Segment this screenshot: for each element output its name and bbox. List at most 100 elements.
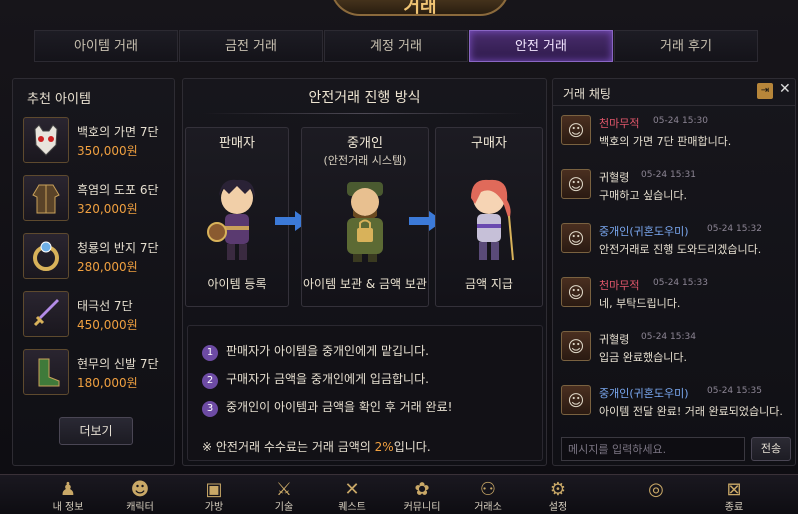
character-icon: ☻ [130,479,150,500]
tab-item-trade[interactable]: 아이템 거래 [34,30,178,62]
chat-message: ☺ 중개인(귀혼도우미) 05-24 15:35 아이템 전달 완료! 거래 완… [561,383,793,431]
msg-time: 05-24 15:32 [707,224,762,234]
mask-icon [23,117,69,163]
bag-icon: ▣ [205,479,223,500]
nav-label: 커뮤니티 [403,502,441,513]
item-price: 320,000원 [77,202,138,216]
step-item: 3 중개인이 아이템과 금액을 확인 후 거래 완료! [202,398,452,417]
nav-label: 가방 [204,502,224,513]
item-price: 180,000원 [77,376,138,390]
nav-label: 거래소 [474,502,502,513]
nav-skill[interactable]: ⚔ 기술 [252,479,316,514]
msg-time: 05-24 15:31 [641,170,696,180]
role-caption: 아이템 보관 & 금액 보관 [303,277,427,291]
nav-label: 내 정보 [52,502,84,513]
pin-icon[interactable]: ⇥ [757,83,773,99]
role-title: 중개인 [347,136,383,151]
item-name: 태극선 7단 [77,299,133,313]
shield-icon: ◎ [648,479,664,500]
tab-bar: 아이템 거래 금전 거래 계정 거래 안전 거래 거래 후기 [34,30,794,64]
msg-sender[interactable]: 천마무적 [599,115,639,131]
step-number: 1 [202,345,218,361]
nav-label: 캐릭터 [126,502,154,513]
step-text: 구매자가 금액을 중개인에게 입금합니다. [226,372,429,386]
role-buyer: 구매자 금액 지급 [435,127,543,307]
msg-sender[interactable]: 중개인(귀혼도우미) [599,385,689,401]
msg-sender[interactable]: 귀혈령 [599,331,629,347]
close-icon[interactable]: ✕ [779,81,791,97]
step-text: 중개인이 아이템과 금액을 확인 후 거래 완료! [226,400,453,414]
nav-label: 종료 [724,502,744,513]
role-title: 구매자 [471,136,507,151]
recommended-item[interactable]: 현무의 신발 7단 180,000원 [23,349,163,399]
msg-sender[interactable]: 귀혈령 [599,169,629,185]
role-seller: 판매자 아이템 등록 [185,127,289,307]
tab-money-trade[interactable]: 금전 거래 [179,30,323,62]
avatar: ☺ [561,223,591,253]
chat-input[interactable] [561,437,745,461]
item-price: 280,000원 [77,260,138,274]
msg-text: 네, 부탁드립니다. [599,297,681,310]
step-item: 1 판매자가 아이템을 중개인에게 맡깁니다. [202,342,429,361]
avatar: ☺ [561,331,591,361]
step-number: 3 [202,401,218,417]
chat-title: 거래 채팅 [563,87,611,101]
trade-icon: ⚇ [479,479,497,500]
boots-icon [23,349,69,395]
msg-sender[interactable]: 천마무적 [599,277,639,293]
window-title: 거래 [330,0,510,17]
recommended-panel: 추천 아이템 백호의 가면 7단 350,000원 흑염의 도포 6단 320,… [12,78,175,466]
gear-icon: ⚙ [549,479,567,500]
step-text: 판매자가 아이템을 중개인에게 맡깁니다. [226,344,429,358]
fee-percent: 2% [374,440,394,454]
avatar: ☺ [561,385,591,415]
nav-community[interactable]: ✿ 커뮤니티 [390,479,454,514]
send-button[interactable]: 전송 [751,437,791,461]
step-item: 2 구매자가 금액을 중개인에게 입금합니다. [202,370,429,389]
chat-message: ☺ 천마무적 05-24 15:30 백호의 가면 7단 판매합니다. [561,113,793,161]
fee-note-suffix: 입니다. [393,440,431,454]
fee-note-prefix: ※ 안전거래 수수료는 거래 금액의 [202,440,375,454]
divider [203,113,526,114]
nav-my-info[interactable]: ♟ 내 정보 [36,479,100,514]
robe-icon [23,175,69,221]
recommended-item[interactable]: 청룡의 반지 7단 280,000원 [23,233,163,283]
skill-icon: ⚔ [275,479,293,500]
nav-bag[interactable]: ▣ 가방 [182,479,246,514]
recommended-item[interactable]: 흑염의 도포 6단 320,000원 [23,175,163,225]
recommended-title: 추천 아이템 [27,92,91,107]
tab-trade-review[interactable]: 거래 후기 [614,30,758,62]
buyer-character-icon [471,179,514,261]
steps-box: 1 판매자가 아이템을 중개인에게 맡깁니다. 2 구매자가 금액을 중개인에게 입… [187,325,543,461]
item-price: 350,000원 [77,144,138,158]
nav-character[interactable]: ☻ 캐릭터 [108,479,172,514]
nav-guild[interactable]: ◎ [624,479,688,501]
msg-text: 입금 완료했습니다. [599,351,687,364]
nav-exit[interactable]: ⊠ 종료 [702,479,766,514]
msg-time: 05-24 15:34 [641,332,696,342]
role-caption: 금액 지급 [465,277,513,291]
fee-note: ※ 안전거래 수수료는 거래 금액의 2%입니다. [202,438,431,455]
chat-message: ☺ 귀혈령 05-24 15:34 입금 완료했습니다. [561,329,793,377]
more-button[interactable]: 더보기 [59,417,133,445]
exit-icon: ⊠ [726,479,742,500]
nav-label: 퀘스트 [338,502,366,513]
tab-account-trade[interactable]: 계정 거래 [324,30,468,62]
nav-settings[interactable]: ⚙ 설정 [526,479,590,514]
recommended-item[interactable]: 백호의 가면 7단 350,000원 [23,117,163,167]
nav-trade[interactable]: ⚇ 거래소 [456,479,520,514]
msg-time: 05-24 15:35 [707,386,762,396]
msg-text: 안전거래로 진행 도와드리겠습니다. [599,243,762,256]
step-number: 2 [202,373,218,389]
tab-safe-trade[interactable]: 안전 거래 [469,30,613,62]
item-name: 흑염의 도포 6단 [77,183,159,197]
chat-message: ☺ 중개인(귀혼도우미) 05-24 15:32 안전거래로 진행 도와드리겠습… [561,221,793,269]
seller-character-icon [207,179,255,260]
nav-quest[interactable]: ✕ 퀘스트 [320,479,384,514]
trade-window: 거래 아이템 거래 금전 거래 계정 거래 안전 거래 거래 후기 추천 아이템… [0,0,798,514]
recommended-item[interactable]: 태극선 7단 450,000원 [23,291,163,341]
role-subtitle: (안전거래 시스템) [323,154,407,167]
user-icon: ♟ [59,479,77,500]
item-name: 백호의 가면 7단 [77,125,159,139]
msg-sender[interactable]: 중개인(귀혼도우미) [599,223,689,239]
